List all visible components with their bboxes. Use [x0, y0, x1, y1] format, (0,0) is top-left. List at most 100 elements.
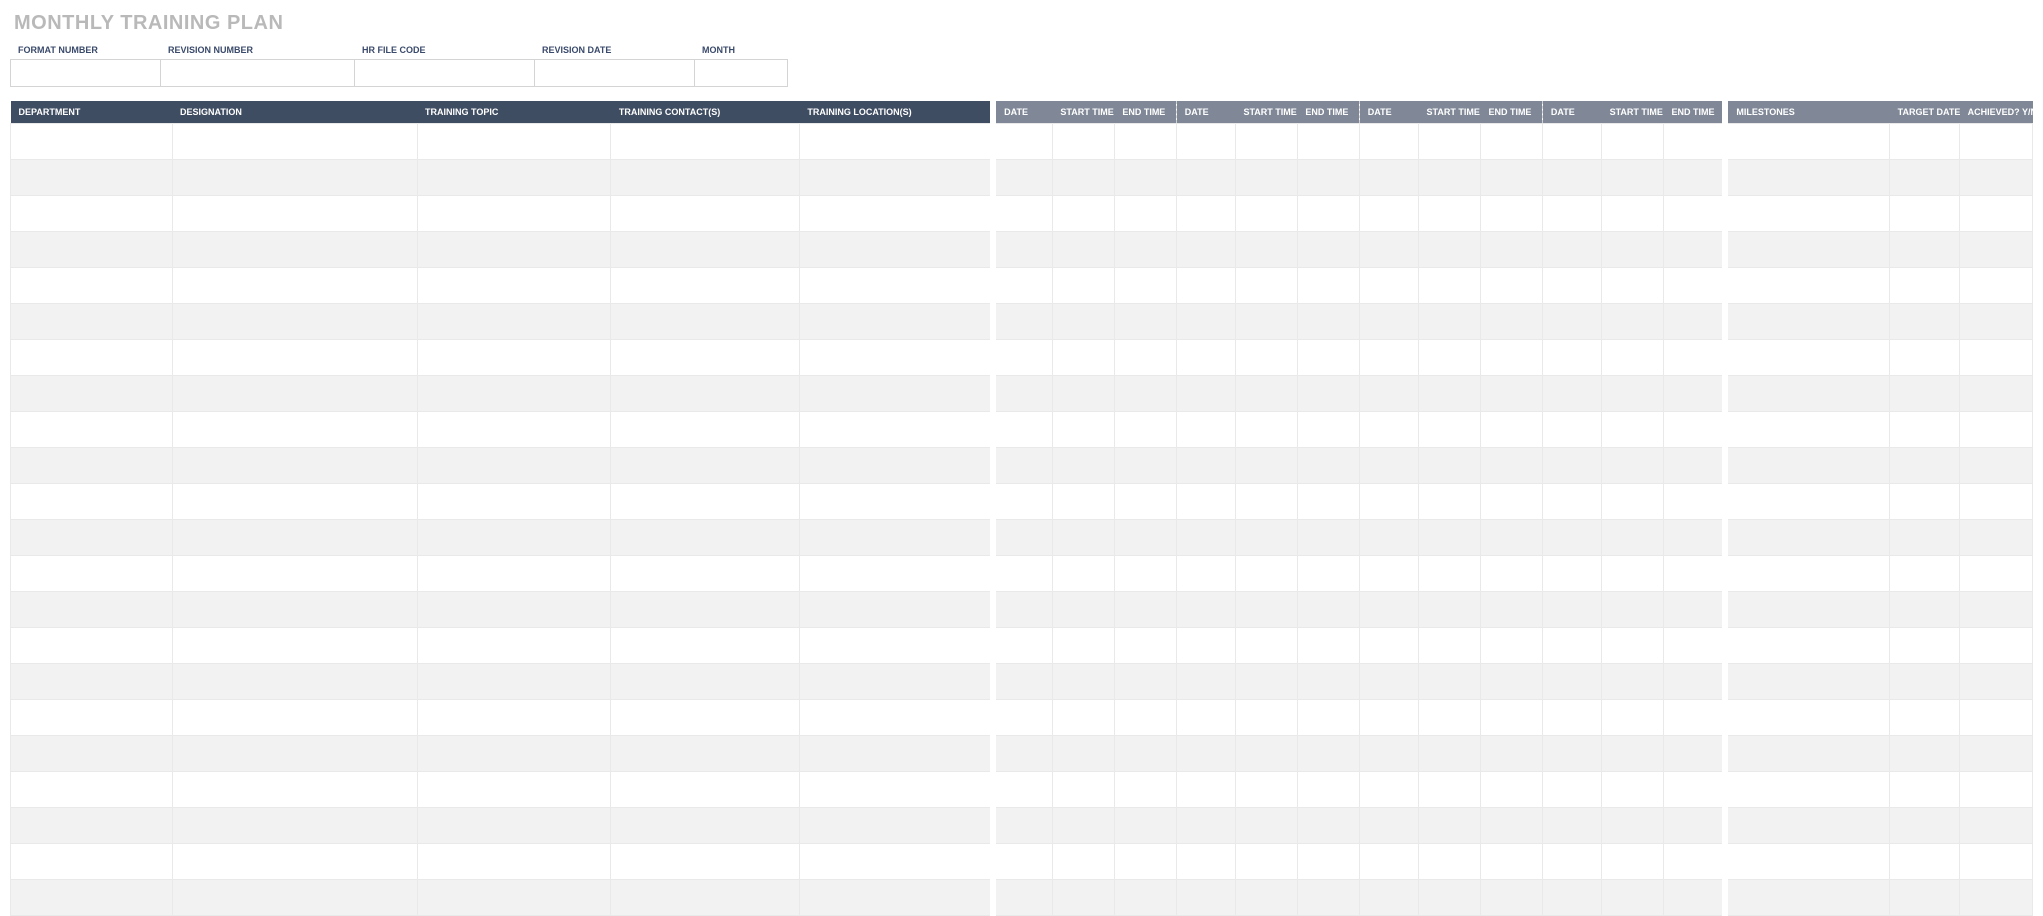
cell[interactable] [1359, 772, 1418, 808]
cell[interactable] [11, 880, 173, 916]
cell[interactable] [172, 520, 417, 556]
cell[interactable] [1297, 880, 1359, 916]
cell[interactable] [1542, 592, 1601, 628]
cell[interactable] [1664, 664, 1726, 700]
input-format-number[interactable] [10, 59, 160, 87]
cell[interactable] [799, 808, 993, 844]
cell[interactable] [417, 376, 611, 412]
cell[interactable] [1890, 772, 1960, 808]
cell[interactable] [1890, 268, 1960, 304]
cell[interactable] [1890, 880, 1960, 916]
cell[interactable] [799, 304, 993, 340]
cell[interactable] [1960, 700, 2033, 736]
cell[interactable] [1664, 808, 1726, 844]
cell[interactable] [611, 448, 799, 484]
cell[interactable] [1297, 700, 1359, 736]
cell[interactable] [1725, 520, 1889, 556]
cell[interactable] [993, 520, 1052, 556]
cell[interactable] [799, 556, 993, 592]
cell[interactable] [1359, 448, 1418, 484]
cell[interactable] [1960, 664, 2033, 700]
cell[interactable] [1542, 664, 1601, 700]
cell[interactable] [1419, 664, 1481, 700]
cell[interactable] [1176, 664, 1235, 700]
cell[interactable] [1176, 700, 1235, 736]
input-revision-number[interactable] [160, 59, 354, 87]
cell[interactable] [1542, 412, 1601, 448]
cell[interactable] [417, 412, 611, 448]
cell[interactable] [1052, 340, 1114, 376]
cell[interactable] [1359, 880, 1418, 916]
cell[interactable] [172, 880, 417, 916]
cell[interactable] [799, 484, 993, 520]
cell[interactable] [611, 628, 799, 664]
cell[interactable] [1664, 448, 1726, 484]
cell[interactable] [1235, 628, 1297, 664]
cell[interactable] [1052, 484, 1114, 520]
cell[interactable] [1297, 268, 1359, 304]
cell[interactable] [1419, 376, 1481, 412]
cell[interactable] [1725, 844, 1889, 880]
cell[interactable] [1960, 772, 2033, 808]
cell[interactable] [1052, 592, 1114, 628]
cell[interactable] [611, 304, 799, 340]
cell[interactable] [1176, 628, 1235, 664]
cell[interactable] [1419, 844, 1481, 880]
cell[interactable] [1725, 700, 1889, 736]
cell[interactable] [1176, 520, 1235, 556]
cell[interactable] [1359, 376, 1418, 412]
cell[interactable] [1890, 700, 1960, 736]
cell[interactable] [172, 592, 417, 628]
cell[interactable] [1297, 808, 1359, 844]
cell[interactable] [172, 340, 417, 376]
cell[interactable] [417, 628, 611, 664]
cell[interactable] [993, 880, 1052, 916]
cell[interactable] [1480, 808, 1542, 844]
cell[interactable] [1542, 196, 1601, 232]
cell[interactable] [417, 700, 611, 736]
cell[interactable] [417, 196, 611, 232]
cell[interactable] [1297, 376, 1359, 412]
cell[interactable] [1359, 664, 1418, 700]
cell[interactable] [1052, 376, 1114, 412]
cell[interactable] [1542, 628, 1601, 664]
cell[interactable] [1176, 484, 1235, 520]
cell[interactable] [993, 772, 1052, 808]
cell[interactable] [1052, 736, 1114, 772]
cell[interactable] [172, 700, 417, 736]
cell[interactable] [172, 484, 417, 520]
cell[interactable] [11, 232, 173, 268]
cell[interactable] [11, 736, 173, 772]
cell[interactable] [1602, 664, 1664, 700]
cell[interactable] [993, 700, 1052, 736]
cell[interactable] [1602, 736, 1664, 772]
cell[interactable] [1542, 880, 1601, 916]
cell[interactable] [1419, 124, 1481, 160]
cell[interactable] [1480, 772, 1542, 808]
cell[interactable] [1725, 736, 1889, 772]
cell[interactable] [993, 664, 1052, 700]
cell[interactable] [172, 376, 417, 412]
cell[interactable] [799, 196, 993, 232]
cell[interactable] [1960, 412, 2033, 448]
cell[interactable] [1725, 592, 1889, 628]
cell[interactable] [1419, 808, 1481, 844]
cell[interactable] [611, 736, 799, 772]
cell[interactable] [1542, 448, 1601, 484]
cell[interactable] [1664, 124, 1726, 160]
cell[interactable] [1052, 520, 1114, 556]
cell[interactable] [1725, 160, 1889, 196]
cell[interactable] [1960, 232, 2033, 268]
cell[interactable] [993, 484, 1052, 520]
cell[interactable] [611, 772, 799, 808]
cell[interactable] [1725, 484, 1889, 520]
cell[interactable] [1235, 196, 1297, 232]
cell[interactable] [1542, 844, 1601, 880]
cell[interactable] [1480, 268, 1542, 304]
cell[interactable] [611, 340, 799, 376]
cell[interactable] [1297, 412, 1359, 448]
cell[interactable] [1052, 844, 1114, 880]
cell[interactable] [1602, 124, 1664, 160]
input-hr-file-code[interactable] [354, 59, 534, 87]
cell[interactable] [1297, 124, 1359, 160]
